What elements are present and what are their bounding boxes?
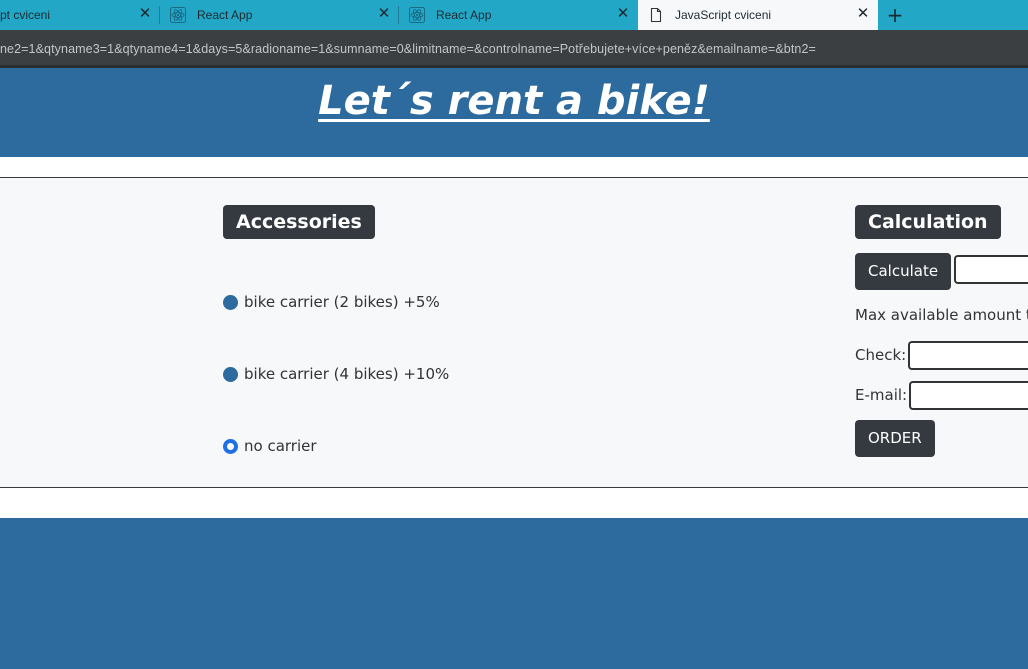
- accessories-heading: Accessories: [223, 205, 375, 239]
- browser-tab-active[interactable]: JavaScript cviceni ✕: [638, 0, 878, 30]
- radio-option-no-carrier[interactable]: no carrier: [223, 437, 317, 455]
- radio-button[interactable]: [223, 366, 238, 382]
- radio-label: bike carrier (4 bikes) +10%: [244, 365, 450, 383]
- react-icon: [170, 7, 186, 23]
- close-icon[interactable]: ✕: [856, 6, 870, 21]
- radio-button-checked[interactable]: [223, 438, 238, 454]
- max-amount-label: Max available amount to: [855, 306, 1028, 324]
- calculate-button[interactable]: Calculate: [855, 253, 952, 290]
- page-header: Let´s rent a bike!: [0, 68, 1028, 157]
- sum-field[interactable]: [954, 255, 1028, 284]
- page-title: Let´s rent a bike!: [318, 78, 710, 124]
- close-icon[interactable]: ✕: [377, 6, 391, 21]
- url-text[interactable]: ne2=1&qtyname3=1&qtyname4=1&days=5&radio…: [0, 42, 816, 56]
- email-field[interactable]: [909, 381, 1028, 410]
- check-field[interactable]: [908, 341, 1028, 370]
- document-icon: [650, 7, 662, 23]
- radio-option-carrier-4[interactable]: bike carrier (4 bikes) +10%: [223, 365, 449, 383]
- browser-tab-strip: pt cviceni ✕ React App ✕ React App ✕ Jav…: [0, 0, 1028, 30]
- tab-title: React App: [197, 8, 253, 22]
- tab-title: pt cviceni: [0, 8, 51, 22]
- browser-tab-1[interactable]: pt cviceni ✕: [0, 0, 160, 30]
- radio-button[interactable]: [223, 294, 238, 310]
- radio-option-carrier-2[interactable]: bike carrier (2 bikes) +5%: [223, 293, 440, 311]
- spacer: [0, 157, 1028, 178]
- order-button[interactable]: ORDER: [855, 420, 935, 457]
- new-tab-button[interactable]: +: [886, 5, 904, 25]
- check-label: Check:: [855, 346, 907, 364]
- react-icon: [409, 7, 425, 23]
- browser-tab-2[interactable]: React App ✕: [160, 0, 399, 30]
- radio-label: bike carrier (2 bikes) +5%: [244, 293, 440, 311]
- close-icon[interactable]: ✕: [138, 6, 152, 21]
- tab-title: JavaScript cviceni: [675, 8, 772, 22]
- address-bar[interactable]: ne2=1&qtyname3=1&qtyname4=1&days=5&radio…: [0, 30, 1028, 68]
- calculation-heading: Calculation: [855, 205, 1001, 239]
- tab-title: React App: [436, 8, 492, 22]
- main-form: Accessories bike carrier (2 bikes) +5% b…: [0, 178, 1028, 488]
- email-label: E-mail:: [855, 386, 908, 404]
- page-footer: [0, 518, 1028, 669]
- radio-label: no carrier: [244, 437, 317, 455]
- close-icon[interactable]: ✕: [616, 6, 630, 21]
- browser-tab-3[interactable]: React App ✕: [399, 0, 638, 30]
- spacer: [0, 488, 1028, 518]
